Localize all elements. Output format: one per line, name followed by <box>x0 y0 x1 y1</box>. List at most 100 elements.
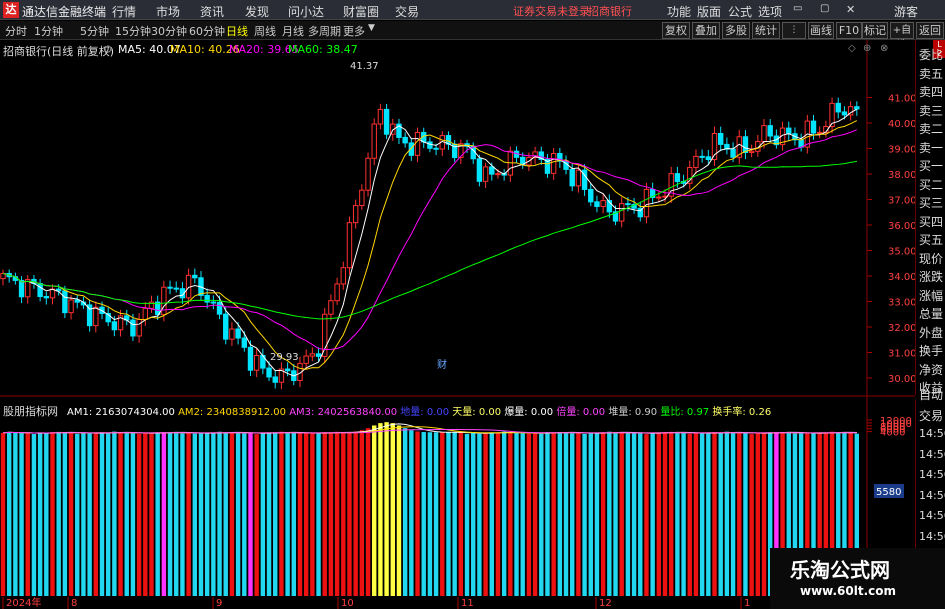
period-daily[interactable]: 日线 <box>226 23 248 39</box>
overlay-button[interactable]: 叠加 <box>692 22 720 39</box>
volume-bar <box>619 431 624 596</box>
stock-title[interactable]: 招商银行(日线 前复权) <box>3 43 114 59</box>
candle-body <box>49 288 56 299</box>
volume-bar <box>248 433 253 596</box>
menu-news[interactable]: 资讯 <box>200 3 224 20</box>
multi-stock-button[interactable]: 多股 <box>722 22 750 39</box>
candle-body <box>43 296 50 299</box>
tick-label: 14:56 <box>919 468 945 481</box>
quote-label: 净资 <box>919 362 944 377</box>
user-label[interactable]: 游客 <box>894 3 918 20</box>
restore-rights-button[interactable]: 复权 <box>662 22 690 39</box>
period-30min[interactable]: 30分钟 <box>151 23 187 39</box>
volume-bar <box>539 433 544 596</box>
volume-bar <box>693 433 699 596</box>
candle-body <box>204 294 210 303</box>
volume-bar <box>155 432 160 596</box>
tick-label: 自动 <box>919 388 944 402</box>
period-5min[interactable]: 5分钟 <box>80 23 109 39</box>
back-button[interactable]: 返回 <box>916 22 944 39</box>
candle-body <box>748 150 755 154</box>
volume-bar <box>316 433 321 596</box>
volume-ratio-value: 量比: 0.97 <box>660 407 710 418</box>
chart-close-icon[interactable]: ⊗ <box>880 43 888 54</box>
volume-bar <box>211 433 216 596</box>
event-mark[interactable]: 财 <box>437 358 447 371</box>
period-weekly[interactable]: 周线 <box>254 23 276 39</box>
volume-bar <box>303 433 309 596</box>
menu-layout[interactable]: 版面 <box>697 3 721 20</box>
volume-bar <box>501 431 507 596</box>
period-multi[interactable]: 多周期 <box>308 23 341 39</box>
candle-body <box>625 203 631 206</box>
chevron-down-icon[interactable]: ▼ <box>368 23 375 33</box>
period-monthly[interactable]: 月线 <box>282 23 304 39</box>
menu-options[interactable]: 选项 <box>758 3 782 20</box>
close-icon[interactable]: ✕ <box>846 3 855 16</box>
volume-bar <box>582 433 587 596</box>
menu-trade[interactable]: 交易 <box>395 3 419 20</box>
volume-bar <box>198 433 204 596</box>
sub-indicator-name[interactable]: 股朋指标网 <box>3 403 58 419</box>
add-watchlist-button[interactable]: +自选 <box>890 22 914 51</box>
menu-wealth[interactable]: 财富圈 <box>343 3 379 20</box>
volume-bar <box>260 432 266 596</box>
volume-bar <box>186 432 191 596</box>
period-60min[interactable]: 60分钟 <box>189 23 225 39</box>
volume-bar <box>396 425 402 596</box>
mark-button[interactable]: 标记 <box>862 22 888 39</box>
candle-body <box>717 132 724 145</box>
volume-bar <box>235 432 241 596</box>
quote-label: 涨跌 <box>919 270 944 284</box>
volume-bar <box>588 433 593 596</box>
date-tick-label: 8 <box>71 598 77 609</box>
menu-discover[interactable]: 发现 <box>245 3 269 20</box>
candle-body <box>37 283 43 298</box>
quote-label: 买一 <box>919 159 944 173</box>
login-notice[interactable]: 证券交易未登录 <box>513 3 590 19</box>
price-tick-label: 35.00 <box>888 247 915 258</box>
date-tick-label: 11 <box>461 598 474 609</box>
kline-chart[interactable]: 41.00 40.00 39.00 38.00 37.00 36.00 35.00 34.00… <box>0 40 915 609</box>
volume-bar <box>75 433 80 596</box>
period-1min[interactable]: 1分钟 <box>34 23 63 39</box>
period-tick[interactable]: 分时 <box>5 23 27 39</box>
am2-value: AM2: 2340838912.00 <box>178 407 286 418</box>
period-more[interactable]: 更多 <box>343 23 365 39</box>
high-price-label: 41.37 <box>350 61 379 72</box>
volume-bar <box>105 432 111 596</box>
draw-line-button[interactable]: 画线 <box>808 22 834 39</box>
period-15min[interactable]: 15分钟 <box>115 23 151 39</box>
diamond-icon[interactable]: ◇ <box>848 43 856 54</box>
quote-label: 卖五 <box>919 66 944 81</box>
tick-label: 14:56 <box>919 488 945 502</box>
candle-body <box>247 346 254 371</box>
f10-button[interactable]: F10 <box>836 22 862 39</box>
stock-link[interactable]: 招商银行 <box>588 3 632 19</box>
peak-volume-value: 天量: 0.00 <box>452 407 502 418</box>
volume-bar <box>681 432 686 596</box>
statistics-button[interactable]: 统计 <box>752 22 780 39</box>
candle-body <box>328 300 334 315</box>
turnover-value: 换手率: 0.26 <box>712 407 772 418</box>
dots-menu-icon[interactable]: ⋮ <box>782 22 806 39</box>
restore-icon[interactable]: ▢ <box>820 3 829 14</box>
volume-bar <box>477 433 482 596</box>
candle-body <box>253 355 260 371</box>
settings-gear-icon[interactable]: ⚙ <box>103 43 113 56</box>
candle-body <box>383 108 390 135</box>
candle-body <box>68 299 74 314</box>
candle-body <box>93 306 99 327</box>
am1-value: AM1: 2163074304.00 <box>67 407 175 418</box>
volume-bar <box>483 432 488 596</box>
minimize-icon[interactable]: ▭ <box>793 3 802 14</box>
menu-function[interactable]: 功能 <box>667 3 691 20</box>
menu-formula[interactable]: 公式 <box>728 3 752 20</box>
menu-market[interactable]: 行情 <box>112 3 136 20</box>
candle-body <box>352 205 359 224</box>
zoom-icon[interactable]: ⊕ <box>863 43 871 54</box>
candle-body <box>235 328 241 339</box>
menu-ask[interactable]: 问小达 <box>288 3 324 20</box>
volume-bar <box>130 432 136 596</box>
menu-markets[interactable]: 市场 <box>156 3 180 20</box>
